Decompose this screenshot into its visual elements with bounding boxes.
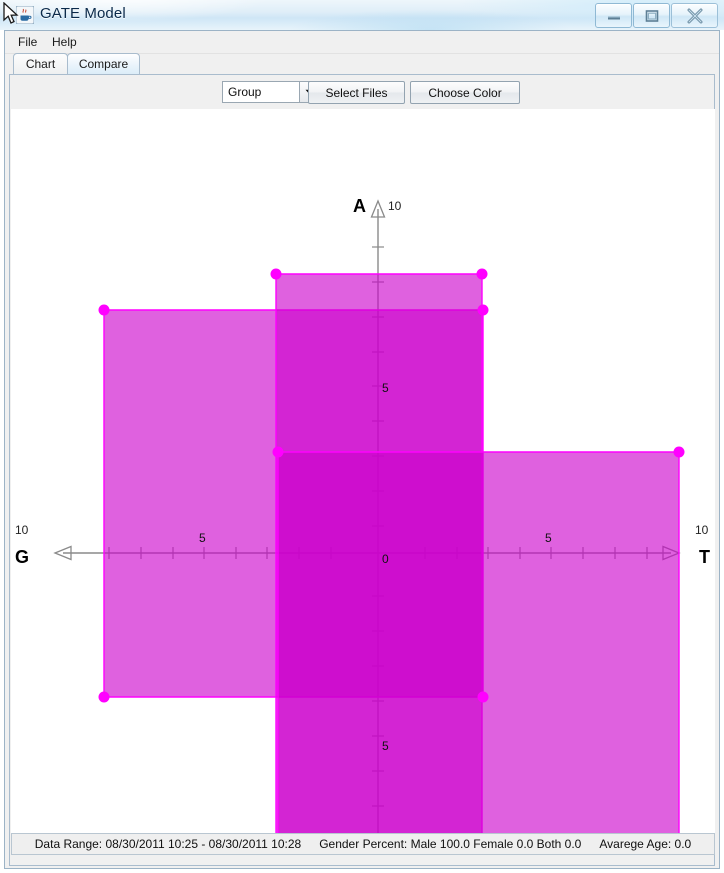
group-select[interactable]: Group	[222, 81, 300, 103]
menu-bar: File Help	[5, 31, 719, 54]
axis-max-label-t: 10	[695, 523, 709, 537]
maximize-icon	[634, 4, 669, 27]
axis-max-label-g: 10	[15, 523, 29, 537]
vertex-marker[interactable]	[477, 304, 489, 316]
gate-comparison-chart[interactable]: A 10 E 10 G 10 T 10 0 5 5 5 5	[11, 109, 715, 833]
mouse-cursor-icon	[3, 2, 19, 24]
menu-item-help[interactable]: Help	[47, 34, 82, 50]
chart-svg: A 10 E 10 G 10 T 10 0 5 5 5 5	[15, 196, 710, 833]
window-title-bar[interactable]: GATE Model	[0, 0, 724, 30]
tick-label-t-5: 5	[545, 531, 552, 545]
application-frame: File Help Chart Compare Group Select Fil…	[4, 30, 720, 869]
window-controls	[594, 3, 718, 28]
status-average-age: Avarege Age: 0.0	[599, 837, 692, 851]
axis-max-label-a: 10	[388, 199, 402, 213]
close-icon	[672, 4, 717, 27]
vertex-marker[interactable]	[270, 268, 282, 280]
tab-compare[interactable]: Compare	[67, 53, 140, 74]
close-button[interactable]	[671, 3, 718, 28]
status-gender-percent: Gender Percent: Male 100.0 Female 0.0 Bo…	[319, 837, 582, 851]
tab-strip: Chart Compare	[5, 53, 719, 75]
chart-series-shapes	[103, 273, 680, 833]
menu-item-file[interactable]: File	[13, 34, 42, 50]
maximize-button[interactable]	[633, 3, 670, 28]
compare-tab-panel: Group Select Files Choose Color A 10 G 1…	[9, 74, 715, 866]
origin-tick-label: 0	[382, 552, 389, 566]
minimize-icon	[596, 4, 631, 27]
chart-toolbar: Group Select Files Choose Color	[10, 75, 714, 108]
vertex-marker[interactable]	[673, 446, 685, 458]
tick-label-a-5: 5	[382, 381, 389, 395]
tick-label-g-5: 5	[199, 531, 206, 545]
vertex-marker[interactable]	[98, 304, 110, 316]
choose-color-button[interactable]: Choose Color	[410, 81, 520, 104]
vertex-marker[interactable]	[98, 691, 110, 703]
axis-label-a: A	[353, 196, 366, 216]
vertex-marker[interactable]	[476, 268, 488, 280]
axis-label-g: G	[15, 547, 29, 567]
window-title: GATE Model	[40, 5, 126, 22]
minimize-button[interactable]	[595, 3, 632, 28]
vertex-marker[interactable]	[477, 691, 489, 703]
select-files-button[interactable]: Select Files	[308, 81, 405, 104]
status-bar: Data Range: 08/30/2011 10:25 - 08/30/201…	[11, 833, 715, 855]
axis-label-t: T	[699, 547, 710, 567]
tick-label-e-5: 5	[382, 739, 389, 753]
series-polygon-3	[277, 451, 680, 833]
gate-model-window: GATE Model File Help Chart Compare Group…	[0, 0, 724, 873]
tab-chart[interactable]: Chart	[13, 53, 68, 74]
status-data-range: Data Range: 08/30/2011 10:25 - 08/30/201…	[34, 837, 302, 851]
vertex-marker[interactable]	[272, 446, 284, 458]
